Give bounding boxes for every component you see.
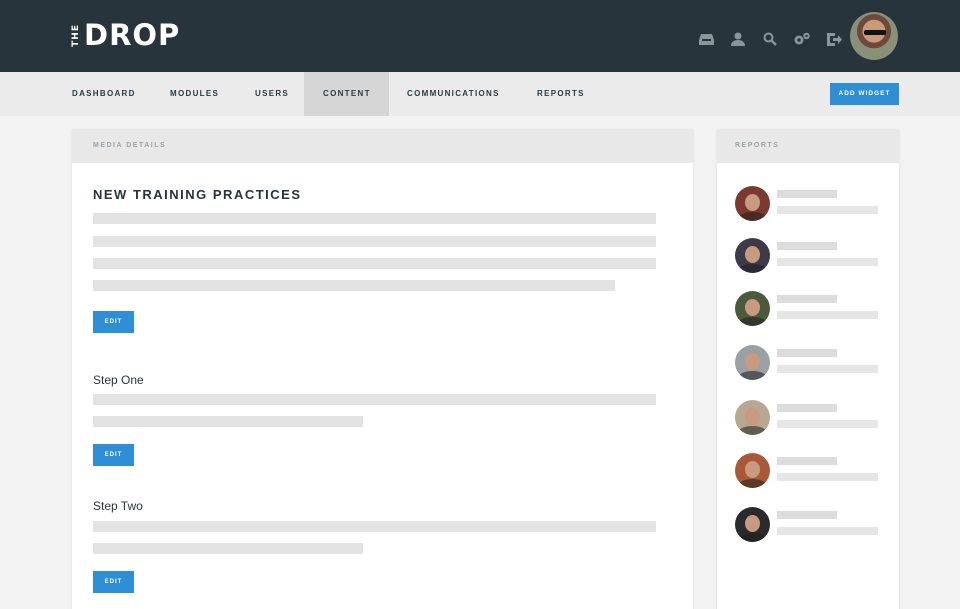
avatar <box>735 238 770 273</box>
panel-header: REPORTS <box>717 129 899 163</box>
edit-step-one-button[interactable]: EDIT <box>93 444 134 466</box>
avatar <box>735 400 770 435</box>
text-placeholder <box>777 527 878 535</box>
avatar <box>735 345 770 380</box>
inbox-icon[interactable] <box>690 30 722 48</box>
step-two-title: Step Two <box>93 499 143 513</box>
text-placeholder <box>93 543 363 554</box>
add-widget-button[interactable]: ADD WIDGET <box>830 83 899 105</box>
text-placeholder <box>777 404 837 412</box>
text-placeholder <box>777 473 878 481</box>
avatar <box>735 453 770 488</box>
logo-wordmark: DROP <box>84 18 181 52</box>
nav-modules[interactable]: MODULES <box>151 72 238 116</box>
nav-content[interactable]: CONTENT <box>304 72 389 116</box>
report-item[interactable] <box>735 400 885 436</box>
logo-prefix: THE <box>71 23 81 47</box>
edit-step-two-button[interactable]: EDIT <box>93 571 134 593</box>
report-item[interactable] <box>735 507 885 543</box>
text-placeholder <box>93 213 656 224</box>
text-placeholder <box>93 236 656 247</box>
text-placeholder <box>777 365 878 373</box>
text-placeholder <box>93 521 656 532</box>
text-placeholder <box>93 394 656 405</box>
brand-logo[interactable]: THE DROP <box>71 18 181 52</box>
user-icon[interactable] <box>722 30 754 48</box>
logout-icon[interactable] <box>818 30 850 48</box>
avatar <box>735 507 770 542</box>
settings-icon[interactable] <box>786 30 818 48</box>
text-placeholder <box>777 242 837 250</box>
search-icon[interactable] <box>754 30 786 48</box>
media-title: NEW TRAINING PRACTICES <box>93 187 302 202</box>
text-placeholder <box>777 258 878 266</box>
reports-panel: REPORTS <box>717 129 899 609</box>
text-placeholder <box>777 206 878 214</box>
text-placeholder <box>777 311 878 319</box>
text-placeholder <box>777 190 837 198</box>
media-details-panel: MEDIA DETAILS NEW TRAINING PRACTICES EDI… <box>72 129 693 609</box>
header-icon-group <box>690 30 850 48</box>
step-one-title: Step One <box>93 373 144 387</box>
text-placeholder <box>777 511 837 519</box>
avatar <box>735 186 770 221</box>
nav-communications[interactable]: COMMUNICATIONS <box>388 72 519 116</box>
app-header: THE DROP <box>0 0 960 72</box>
report-item[interactable] <box>735 453 885 489</box>
avatar <box>735 291 770 326</box>
main-nav: DASHBOARD MODULES USERS CONTENT COMMUNIC… <box>0 72 960 116</box>
text-placeholder <box>777 295 837 303</box>
user-avatar[interactable] <box>850 12 898 60</box>
text-placeholder <box>777 420 878 428</box>
report-item[interactable] <box>735 345 885 381</box>
nav-reports[interactable]: REPORTS <box>518 72 604 116</box>
nav-dashboard[interactable]: DASHBOARD <box>53 72 155 116</box>
edit-media-button[interactable]: EDIT <box>93 311 134 333</box>
panel-header: MEDIA DETAILS <box>72 129 693 163</box>
text-placeholder <box>93 416 363 427</box>
report-item[interactable] <box>735 291 885 327</box>
text-placeholder <box>93 258 656 269</box>
text-placeholder <box>777 349 837 357</box>
text-placeholder <box>777 457 837 465</box>
text-placeholder <box>93 280 615 291</box>
nav-users[interactable]: USERS <box>236 72 308 116</box>
report-item[interactable] <box>735 238 885 274</box>
report-item[interactable] <box>735 186 885 222</box>
